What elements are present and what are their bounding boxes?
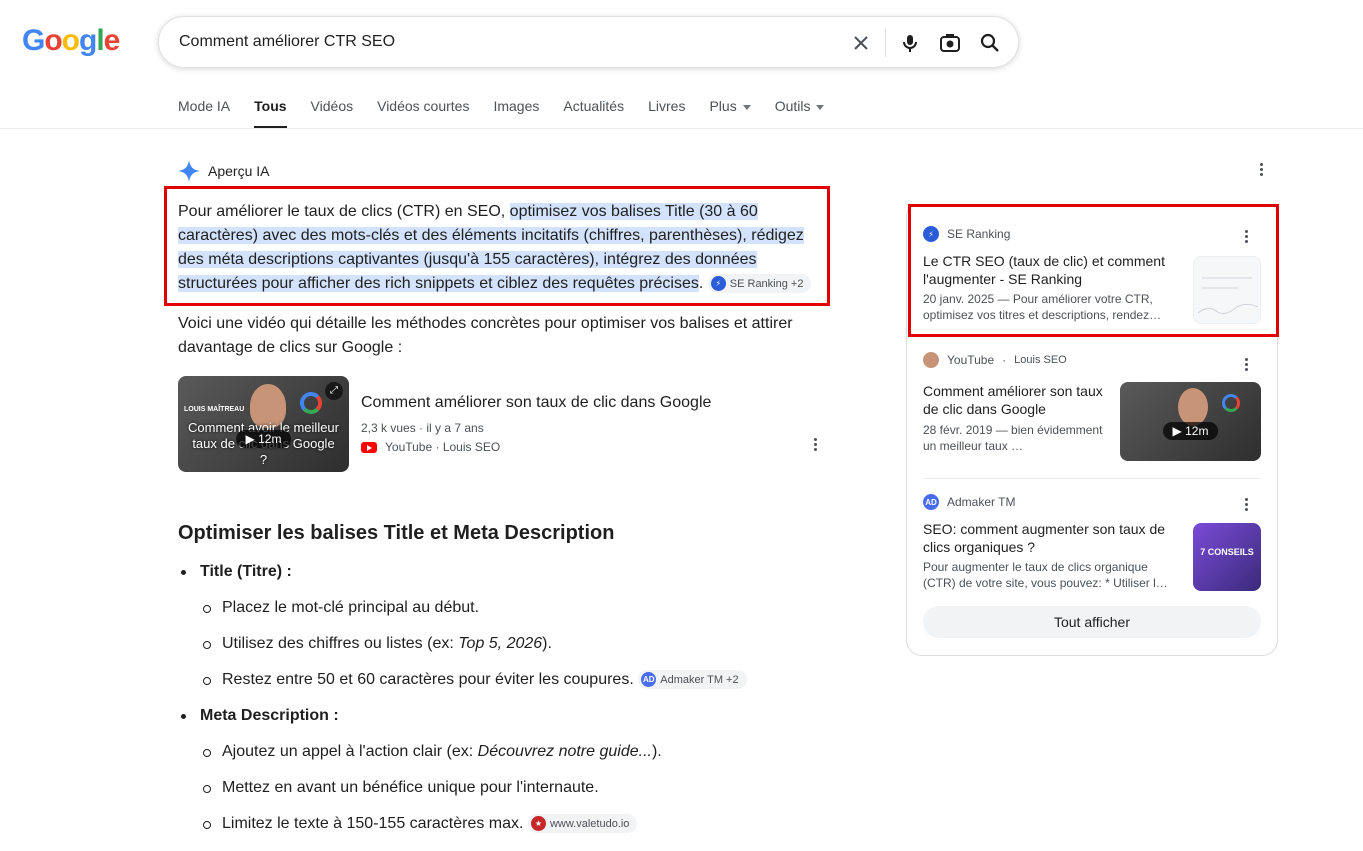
card-source: AD Admaker TM <box>923 494 1263 510</box>
more-options-icon[interactable] <box>814 438 818 451</box>
text-part: Ajoutez un appel à l'action clair (ex: <box>222 743 478 760</box>
list-item: Utilisez des chiffres ou listes (ex: Top… <box>178 632 818 668</box>
tab-outils-label: Outils <box>774 98 811 114</box>
more-options-icon[interactable] <box>1260 163 1264 176</box>
text-emphasis: Top 5, 2026 <box>458 635 543 652</box>
valetudo-icon: ★ <box>530 816 546 832</box>
text-part: Limitez le texte à 150-155 caractères ma… <box>222 815 524 832</box>
card-divider <box>923 478 1261 479</box>
source-chip-admaker[interactable]: AD Admaker TM +2 <box>638 670 747 690</box>
search-divider <box>885 29 886 57</box>
text-part: Restez entre 50 et 60 caractères pour év… <box>222 671 634 688</box>
list-item: Restez entre 50 et 60 caractères pour év… <box>178 668 818 704</box>
card-desc: Pour augmenter le taux de clics organiqu… <box>923 560 1168 590</box>
tab-actualites[interactable]: Actualités <box>563 98 624 127</box>
card-desc: 28 févr. 2019 — bien évidemment un meill… <box>923 423 1103 453</box>
source-chip-label: Admaker TM +2 <box>660 673 739 686</box>
youtube-icon <box>361 441 377 453</box>
tab-images[interactable]: Images <box>493 98 539 127</box>
text-part: ). <box>651 743 662 760</box>
list-item: Mettez en avant un bénéfice unique pour … <box>178 776 818 812</box>
tab-videos[interactable]: Vidéos <box>311 98 354 127</box>
card-thumbnail: 7 CONSEILS <box>1193 523 1261 591</box>
source-card-youtube[interactable]: YouTube · Louis SEO Comment améliorer so… <box>923 352 1263 464</box>
ai-overview-header: Aperçu IA <box>178 160 269 182</box>
admaker-icon: AD <box>641 672 657 688</box>
google-g-icon <box>1222 394 1240 412</box>
chevron-down-icon <box>742 104 751 110</box>
card-source-extra: Louis SEO <box>1014 354 1067 366</box>
video-meta: 2,3 k vues · il y a 7 ans <box>361 421 484 435</box>
card-title[interactable]: SEO: comment augmenter son taux de clics… <box>923 520 1178 556</box>
show-all-button[interactable]: Tout afficher <box>923 606 1261 638</box>
tab-outils[interactable]: Outils <box>775 98 825 127</box>
source-card-admaker[interactable]: AD Admaker TM SEO: comment augmenter son … <box>923 494 1263 594</box>
ai-overview-label: Aperçu IA <box>208 163 270 179</box>
list-item: Title (Titre) : <box>178 560 818 596</box>
clear-icon[interactable] <box>849 31 873 55</box>
video-source-label: YouTube · Louis SEO <box>385 440 501 454</box>
duration-text: 12m <box>258 432 282 446</box>
text-emphasis: Découvrez notre guide... <box>477 743 652 760</box>
highlight-frame-ai-summary <box>164 186 830 306</box>
card-source: YouTube · Louis SEO <box>923 352 1263 368</box>
list-item: Meta Description : <box>178 704 818 740</box>
google-g-icon <box>300 392 322 414</box>
card-video-thumbnail[interactable]: ▶ 12m <box>1120 382 1261 461</box>
more-options-icon[interactable] <box>1245 498 1249 511</box>
video-title[interactable]: Comment améliorer son taux de clic dans … <box>361 394 711 412</box>
thumb-brand: LOUIS MAÎTREAU <box>184 406 245 413</box>
list-item: Limitez le texte à 150-155 caractères ma… <box>178 812 818 848</box>
tips-list: Title (Titre) : Placez le mot-clé princi… <box>178 560 818 848</box>
list-item: Placez le mot-clé principal au début. <box>178 596 818 632</box>
video-result[interactable]: LOUIS MAÎTREAU ⤢ Comment avoir le meille… <box>178 376 830 472</box>
list-item: Ajoutez un appel à l'action clair (ex: D… <box>178 740 818 776</box>
camera-lens-icon[interactable] <box>938 31 962 55</box>
microphone-icon[interactable] <box>898 31 922 55</box>
separator-dot: · <box>1002 353 1007 367</box>
text-part: Utilisez des chiffres ou listes (ex: <box>222 635 459 652</box>
duration-badge: ▶ 12m <box>235 430 292 448</box>
admaker-icon: AD <box>923 494 939 510</box>
card-source-label: Admaker TM <box>947 495 1016 509</box>
presenter-face <box>1178 388 1208 426</box>
tab-mode-ia[interactable]: Mode IA <box>178 98 230 127</box>
card-source-label: YouTube <box>947 353 995 367</box>
highlight-frame-se-ranking <box>908 204 1279 337</box>
more-options-icon[interactable] <box>1245 358 1249 371</box>
sparkle-icon <box>178 160 200 182</box>
video-source: YouTube · Louis SEO <box>361 440 500 454</box>
card-title[interactable]: Comment améliorer son taux de clic dans … <box>923 382 1108 418</box>
section-heading: Optimiser les balises Title et Meta Desc… <box>178 522 615 544</box>
source-chip-label: www.valetudo.io <box>549 817 630 830</box>
source-chip-valetudo[interactable]: ★ www.valetudo.io <box>527 814 638 834</box>
text-part: ). <box>542 635 552 652</box>
chevron-down-icon <box>816 104 825 110</box>
thumb-caption: 7 CONSEILS <box>1200 547 1254 557</box>
expand-icon[interactable]: ⤢ <box>325 382 343 400</box>
search-input[interactable]: Comment améliorer CTR SEO <box>179 33 395 51</box>
header-divider <box>0 128 1363 129</box>
google-logo[interactable]: Google <box>22 24 120 58</box>
tab-tous[interactable]: Tous <box>254 98 287 129</box>
duration-badge: ▶ 12m <box>1162 422 1219 440</box>
tab-videos-courtes[interactable]: Vidéos courtes <box>377 98 469 127</box>
search-box[interactable]: Comment améliorer CTR SEO <box>158 16 1019 68</box>
ai-video-intro: Voici une vidéo qui détaille les méthode… <box>178 315 793 356</box>
tab-livres[interactable]: Livres <box>648 98 685 127</box>
avatar <box>923 352 939 368</box>
tab-plus[interactable]: Plus <box>709 98 751 127</box>
tab-plus-label: Plus <box>709 98 737 114</box>
search-icon[interactable] <box>978 31 1002 55</box>
search-tabs: Mode IA Tous Vidéos Vidéos courtes Image… <box>178 98 825 129</box>
duration-text: 12m <box>1185 424 1209 438</box>
video-thumbnail[interactable]: LOUIS MAÎTREAU ⤢ Comment avoir le meille… <box>178 376 349 472</box>
